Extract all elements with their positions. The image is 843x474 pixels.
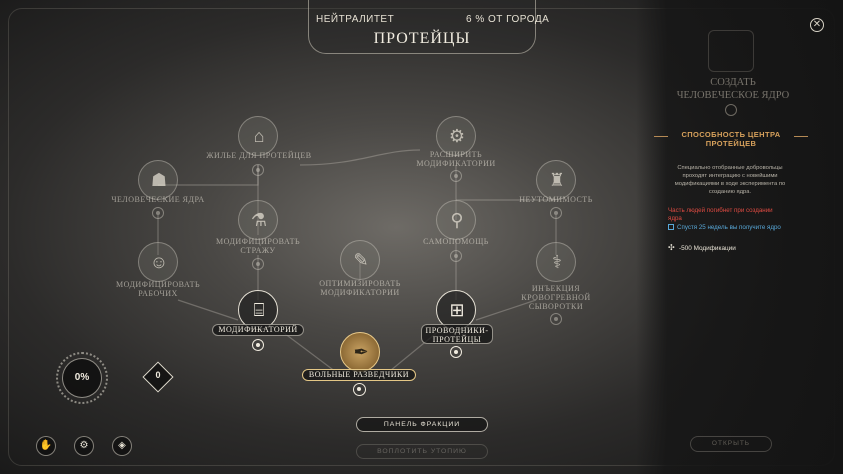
node-modify-workers-label: МОДИФИЦИРОВАТЬ РАБОЧИХ xyxy=(98,280,218,298)
node-expand-label: РАСШИРИТЬ МОДИФИКАТОРИИ xyxy=(400,150,512,168)
diamond-value: 0 xyxy=(155,370,161,380)
grid-icon: ◈ xyxy=(118,440,126,451)
node-conductors-label: ПРОВОДНИКИ- ПРОТЕЙЦЫ xyxy=(421,324,493,344)
death-warning: Часть людей погибнет при создании ядра xyxy=(668,207,800,223)
node-label-line: МОДИФИКАТОРИИ xyxy=(416,159,496,168)
node-housing-medal-icon xyxy=(252,164,264,176)
node-label-line: НЕУТОМИМОСТЬ xyxy=(519,195,593,204)
hand-icon: ✋ xyxy=(39,440,53,451)
node-tireless-label: НЕУТОМИМОСТЬ xyxy=(500,195,612,204)
node-human-cores[interactable]: ☗ xyxy=(138,160,178,200)
node-modify-guard[interactable]: ⚗ xyxy=(238,200,278,240)
node-self-help-label: САМОПОМОЩЬ xyxy=(400,237,512,246)
ability-description: Специально отобранные добровольцы проход… xyxy=(668,164,792,196)
injection-icon: ⚕ xyxy=(552,252,562,272)
details-title-line: ЧЕЛОВЕЧЕСКОЕ ЯДРО xyxy=(676,90,790,101)
node-modify-guard-label: МОДИФИЦИРОВАТЬ СТРАЖУ xyxy=(200,237,316,255)
conductor-icon: ⊞ xyxy=(449,300,465,320)
description-line: Специально отобранные добровольцы xyxy=(677,165,783,171)
node-injection-label: ИНЪЕКЦИЯ КРОВОГРЕВНОЙ СЫВОРОТКИ xyxy=(500,284,612,311)
warning-line: ядра xyxy=(668,215,682,222)
node-label-line: СТРАЖУ xyxy=(240,246,276,255)
gear-icon: ⚙ xyxy=(79,440,89,451)
node-modificatorium-label: МОДИФИКАТОРИЙ xyxy=(212,324,304,336)
node-modificatorium-medal-icon xyxy=(252,339,264,351)
node-free-scouts[interactable]: ✒ xyxy=(340,332,380,372)
node-label-line: ОПТИМИЗИРОВАТЬ xyxy=(319,279,401,288)
description-line: созданию ядра. xyxy=(708,189,752,195)
node-housing-label: ЖИЛЬЕ ДЛЯ ПРОТЕЙЦЕВ xyxy=(200,151,318,160)
scout-icon: ✒ xyxy=(353,342,369,362)
human-core-icon: ☗ xyxy=(150,170,168,190)
lock-icon xyxy=(668,224,674,230)
faction-panel-button[interactable]: ПАНЕЛЬ ФРАКЦИИ xyxy=(356,417,488,432)
node-housing[interactable]: ⌂ xyxy=(238,116,278,156)
details-title-line: СОЗДАТЬ xyxy=(710,77,756,88)
progress-value: 0% xyxy=(62,358,102,398)
modification-icon: ✣ xyxy=(668,243,675,252)
tireless-icon: ♜ xyxy=(548,170,566,190)
node-self-help[interactable]: ⚲ xyxy=(436,200,476,240)
node-label-line: ЖИЛЬЕ ДЛЯ ПРОТЕЙЦЕВ xyxy=(206,151,312,160)
build-utopia-button[interactable]: ВОПЛОТИТЬ УТОПИЮ xyxy=(356,444,488,459)
node-human-cores-medal-icon xyxy=(152,207,164,219)
modification-cost: ✣ -500 Модификации xyxy=(668,243,736,252)
node-optimize-label: ОПТИМИЗИРОВАТЬ МОДИФИКАТОРИИ xyxy=(300,279,420,297)
guard-icon: ⚗ xyxy=(250,210,268,230)
node-self-help-medal-icon xyxy=(450,250,462,262)
self-help-icon: ⚲ xyxy=(450,210,464,230)
description-line: проходят интеграцию с новейшими xyxy=(682,173,778,179)
node-free-scouts-medal-icon xyxy=(353,383,366,396)
ability-heading: СПОСОБНОСТЬ ЦЕНТРА ПРОТЕЙЦЕВ xyxy=(672,130,790,148)
node-label-line: ПРОВОДНИКИ- xyxy=(425,326,489,335)
human-core-emblem-icon xyxy=(708,30,754,72)
node-free-scouts-label: ВОЛЬНЫЕ РАЗВЕДЧИКИ xyxy=(302,369,416,381)
close-button[interactable]: ✕ xyxy=(810,18,824,32)
node-label-line: КРОВОГРЕВНОЙ xyxy=(521,293,591,302)
node-optimize[interactable]: ✎ xyxy=(340,240,380,280)
description-line: модификациями в ходе эксперимента по xyxy=(674,181,786,187)
warning-line: Часть людей погибнет при создании xyxy=(668,207,773,214)
open-button[interactable]: ОТКРЫТЬ xyxy=(690,436,772,452)
faction-title: ПРОТЕЙЦЫ xyxy=(373,30,471,47)
map-button[interactable]: ◈ xyxy=(112,436,132,456)
divider xyxy=(654,136,668,137)
node-injection[interactable]: ⚕ xyxy=(536,242,576,282)
node-tireless[interactable]: ♜ xyxy=(536,160,576,200)
details-title: СОЗДАТЬ ЧЕЛОВЕЧЕСКОЕ ЯДРО xyxy=(660,76,806,102)
medal-icon xyxy=(725,104,737,116)
node-injection-medal-icon xyxy=(550,313,562,325)
duration-text: Спустя 25 недель вы получите ядро xyxy=(677,224,781,231)
workers-icon: ☺ xyxy=(149,252,169,272)
node-label-line: МОДИФИКАТОРИИ xyxy=(320,288,400,297)
node-human-cores-label: ЧЕЛОВЕЧЕСКИЕ ЯДРА xyxy=(100,195,216,204)
node-tireless-medal-icon xyxy=(550,207,562,219)
node-label-line: ИНЪЕКЦИЯ xyxy=(531,284,581,293)
neutrality-value: 6 % ОТ ГОРОДА xyxy=(466,14,550,25)
node-label-line: МОДИФИЦИРОВАТЬ xyxy=(215,237,301,246)
node-label-line: ПРОТЕЙЦЫ xyxy=(432,335,482,344)
expand-icon: ⚙ xyxy=(448,126,466,146)
node-expand-medal-icon xyxy=(450,170,462,182)
node-label-line: ЧЕЛОВЕЧЕСКИЕ ЯДРА xyxy=(111,195,205,204)
ability-heading-line: ПРОТЕЙЦЕВ xyxy=(705,139,757,148)
faction-emblem-button[interactable]: ✋ xyxy=(36,436,56,456)
modificatorium-icon: ⌸ xyxy=(253,300,265,320)
ability-heading-line: СПОСОБНОСТЬ ЦЕНТРА xyxy=(681,130,781,139)
housing-icon: ⌂ xyxy=(253,126,265,146)
modification-cost-text: -500 Модификации xyxy=(679,245,736,252)
optimize-icon: ✎ xyxy=(353,250,369,270)
settings-button[interactable]: ⚙ xyxy=(74,436,94,456)
node-label-line: САМОПОМОЩЬ xyxy=(423,237,489,246)
neutrality-label: НЕЙТРАЛИТЕТ xyxy=(316,14,395,25)
node-modify-workers[interactable]: ☺ xyxy=(138,242,178,282)
node-conductors-medal-icon xyxy=(450,346,462,358)
node-modify-guard-medal-icon xyxy=(252,258,264,270)
node-label-line: РАСШИРИТЬ xyxy=(429,150,483,159)
divider xyxy=(794,136,808,137)
node-label-line: МОДИФИЦИРОВАТЬ xyxy=(115,280,201,289)
node-label-line: РАБОЧИХ xyxy=(138,289,178,298)
node-label-line: СЫВОРОТКИ xyxy=(528,302,584,311)
duration-info: Спустя 25 недель вы получите ядро xyxy=(668,224,781,231)
